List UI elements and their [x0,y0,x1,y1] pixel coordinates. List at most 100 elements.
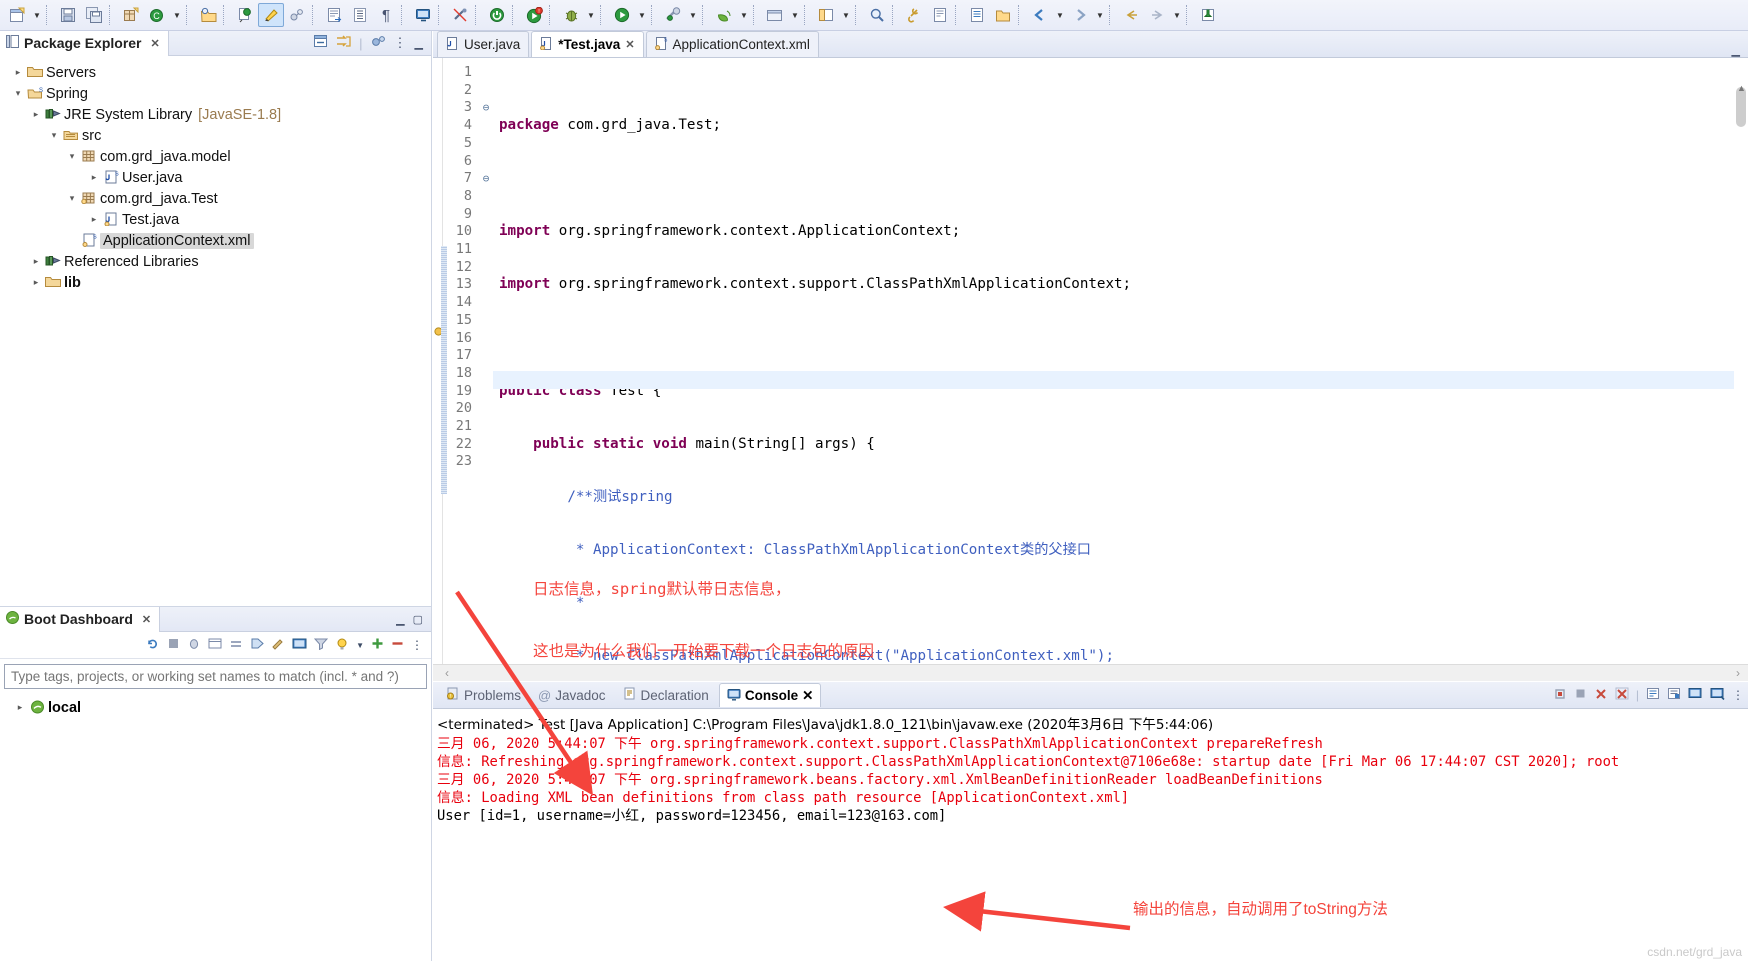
console-view-button[interactable] [410,3,436,27]
scroll-lock-icon[interactable] [1646,687,1660,703]
boot-dashboard-filter[interactable] [4,664,427,689]
export-button[interactable] [321,3,347,27]
add-icon[interactable] [371,637,384,653]
scroll-left-icon[interactable]: ‹ [445,666,449,680]
boot-caret[interactable]: ▼ [737,3,751,27]
chevron-right-icon[interactable] [28,256,44,267]
pin-editor-button[interactable] [1195,3,1221,27]
tab-declaration[interactable]: Declaration [616,683,716,707]
restart-icon[interactable] [145,637,160,654]
scroll-up-icon[interactable]: ▲ [1737,83,1746,93]
debug-caret[interactable]: ▼ [584,3,598,27]
previous-edit-button[interactable] [1118,3,1144,27]
editor-vertical-scrollbar[interactable]: ▲ [1734,83,1748,664]
remove-launch-icon[interactable] [1574,687,1587,703]
chevron-down-icon[interactable]: ▼ [356,641,364,650]
chevron-down-icon[interactable] [64,151,80,162]
link-icon[interactable] [901,3,927,27]
tag-icon[interactable] [250,637,264,653]
paragraph-marks-button[interactable]: ¶ [373,3,399,27]
forward-caret[interactable]: ▼ [1093,3,1107,27]
tree-item-user-java[interactable]: S User.java [0,167,431,188]
display-selected-console-icon[interactable] [1688,687,1703,703]
stop-icon[interactable] [167,637,180,653]
perspective-caret[interactable]: ▼ [839,3,853,27]
minimize-icon[interactable]: ▁ [415,37,423,50]
tree-item-package-model[interactable]: com.grd_java.model [0,146,431,167]
back-caret[interactable]: ▼ [1053,3,1067,27]
code-editor[interactable]: 1 2 3 4 5 6 7 8 9 10 11 12 13 14 15 16 1… [433,58,1748,681]
new-window-button[interactable] [762,3,788,27]
view-menu-icon[interactable]: ⋮ [394,35,407,51]
clear-console-icon[interactable] [1615,687,1629,703]
tree-item-src[interactable]: src [0,125,431,146]
tab-console[interactable]: Console ✕ [718,683,822,707]
debug-icon[interactable] [187,637,201,653]
open-task-icon[interactable] [964,3,990,27]
console-icon[interactable] [292,637,307,653]
link-with-editor-icon[interactable] [336,35,351,51]
tab-javadoc[interactable]: @ Javadoc [531,683,613,707]
forward-button[interactable] [1067,3,1093,27]
edit-icon[interactable] [271,637,285,653]
open-browser-icon[interactable] [208,637,222,653]
open-type-icon[interactable] [927,3,953,27]
boot-dashboard-button[interactable] [711,3,737,27]
chevron-down-icon[interactable] [10,88,26,99]
chevron-down-icon[interactable] [46,130,62,141]
perspective-button[interactable] [813,3,839,27]
editor-minimize-icon[interactable]: ▁ [1732,44,1740,57]
new-window-caret[interactable]: ▼ [788,3,802,27]
redeploy-icon[interactable] [229,637,243,653]
filter-icon[interactable] [313,637,329,653]
outline-button[interactable] [347,3,373,27]
chevron-right-icon[interactable] [10,67,26,78]
boot-tree-item-local[interactable]: local [0,697,431,718]
tree-item-application-context-xml[interactable]: S ApplicationContext.xml [0,230,431,251]
back-button[interactable] [1027,3,1053,27]
run-last-button[interactable]: ! [521,3,547,27]
new-annotation-button[interactable] [232,3,258,27]
search-icon[interactable] [864,3,890,27]
tab-problems[interactable]: ! Problems [439,683,528,707]
editor-tab-test-java[interactable]: *Test.java ✕ [531,31,644,57]
focus-on-active-task-icon[interactable] [371,35,386,51]
tree-item-test-java[interactable]: Test.java [0,209,431,230]
new-dropdown-caret[interactable]: ▼ [30,3,44,27]
chevron-right-icon[interactable] [86,172,102,183]
new-project-button[interactable]: C [144,3,170,27]
save-button[interactable] [55,3,81,27]
tree-item-package-test[interactable]: com.grd_java.Test [0,188,431,209]
tree-item-jre-system-library[interactable]: JRE System Library [JavaSE-1.8] [0,104,431,125]
close-icon[interactable]: ✕ [802,688,813,704]
close-icon[interactable]: ✕ [625,38,634,51]
console-output[interactable]: 三月 06, 2020 5:44:07 下午 org.springframewo… [433,735,1748,825]
new-java-package-button[interactable] [118,3,144,27]
fold-marker[interactable]: ⊖ [479,170,493,188]
open-resource-icon[interactable] [990,3,1016,27]
close-icon[interactable]: ✕ [142,613,151,626]
view-menu-icon[interactable]: ⋮ [411,638,423,652]
scrollbar-thumb[interactable] [1736,87,1746,127]
close-icon[interactable]: ✕ [151,37,160,50]
debug-button[interactable] [558,3,584,27]
minimize-icon[interactable]: ▁ [396,613,404,626]
editor-horizontal-scrollbar[interactable]: ‹ › [433,664,1748,681]
editor-tab-user-java[interactable]: User.java [437,31,530,57]
save-all-button[interactable] [81,3,107,27]
nav-caret[interactable]: ▼ [1170,3,1184,27]
run-caret[interactable]: ▼ [635,3,649,27]
refactor-button[interactable] [284,3,310,27]
remove-all-icon[interactable] [1594,687,1608,703]
chevron-right-icon[interactable] [28,109,44,120]
next-edit-button[interactable] [1144,3,1170,27]
tab-boot-dashboard[interactable]: Boot Dashboard ✕ [0,606,161,632]
chevron-right-icon[interactable] [12,702,28,713]
collapse-all-icon[interactable] [314,35,328,51]
terminate-button[interactable] [484,3,510,27]
chevron-down-icon[interactable] [64,193,80,204]
new-class-button[interactable] [195,3,221,27]
bulb-icon[interactable] [335,637,349,654]
maximize-icon[interactable]: ▢ [413,613,423,626]
chevron-right-icon[interactable] [28,277,44,288]
